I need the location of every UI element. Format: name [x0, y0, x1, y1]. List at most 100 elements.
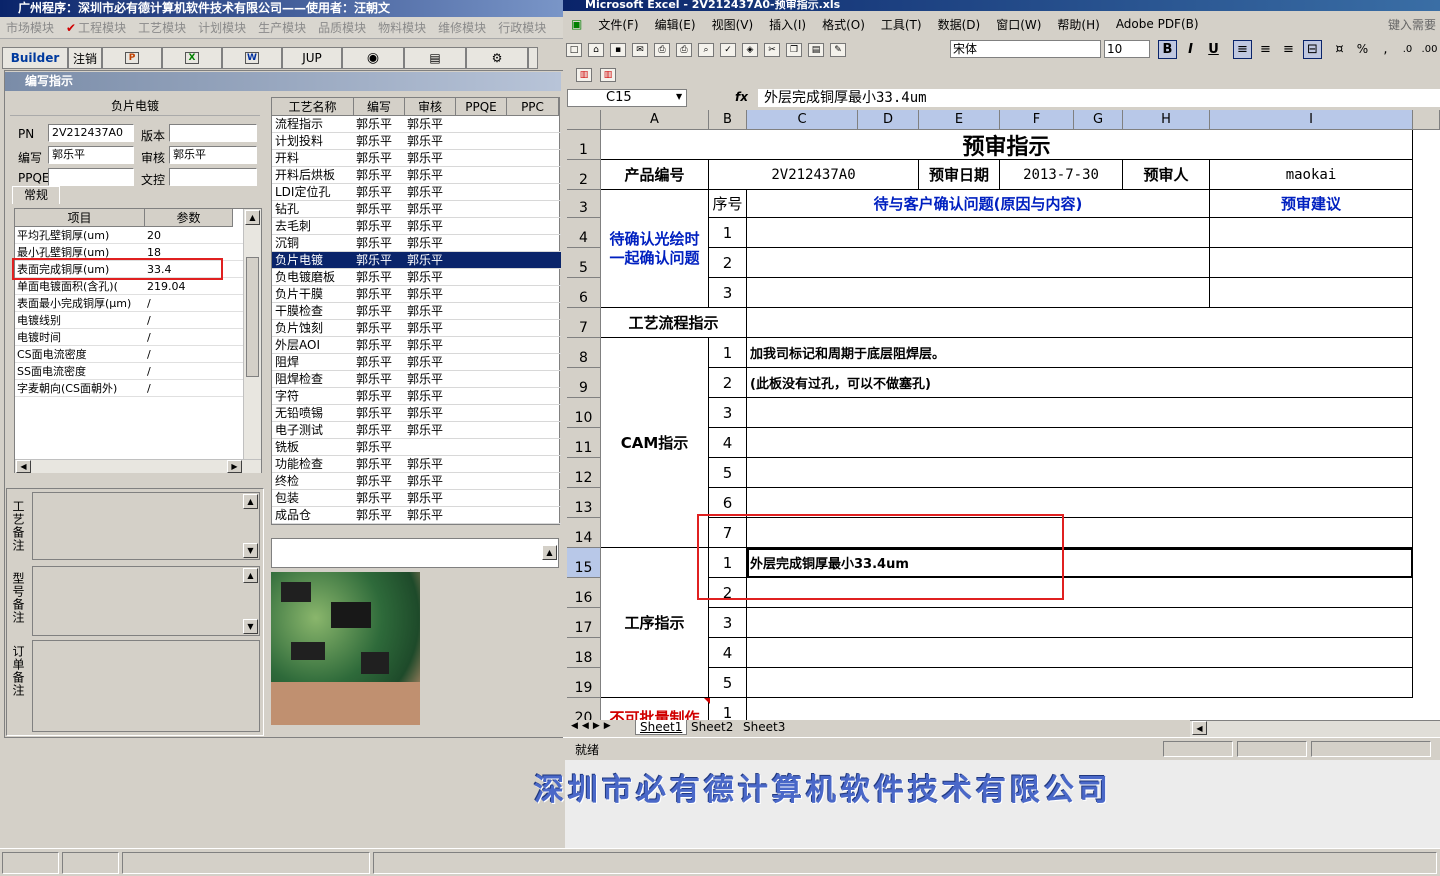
- param-header-value[interactable]: 参数: [145, 209, 233, 227]
- row-header[interactable]: 13: [567, 488, 601, 518]
- process-row[interactable]: 包装 郭乐平 郭乐平: [272, 490, 561, 507]
- scroll-icon[interactable]: ▲: [542, 545, 557, 560]
- menu-data[interactable]: 数据(D): [930, 16, 989, 33]
- menu-admin[interactable]: 行政模块: [492, 19, 552, 36]
- scroll-up-icon[interactable]: ▲: [243, 568, 258, 583]
- more-button[interactable]: [528, 47, 538, 69]
- menu-process[interactable]: 工艺模块: [132, 19, 192, 36]
- new-icon[interactable]: □: [566, 43, 582, 57]
- proc-header-ppc[interactable]: PPC: [507, 98, 559, 116]
- pending-suggest-1[interactable]: [1210, 218, 1413, 248]
- merge-center-icon[interactable]: ⊟: [1303, 40, 1322, 59]
- param-value[interactable]: /: [147, 312, 232, 329]
- sheet-title[interactable]: 预审指示: [601, 130, 1413, 160]
- process-row[interactable]: 负片电镀 郭乐平 郭乐平: [272, 252, 561, 269]
- ppqe-field[interactable]: [48, 168, 134, 186]
- scroll-thumb[interactable]: [246, 257, 259, 377]
- word-button[interactable]: W: [222, 47, 282, 69]
- menu-insert[interactable]: 插入(I): [761, 16, 814, 33]
- cam-seq[interactable]: 4: [709, 428, 747, 458]
- pending-seq-2[interactable]: 2: [709, 248, 747, 278]
- tab-sheet2[interactable]: Sheet2: [687, 720, 737, 734]
- process-row[interactable]: 功能检查 郭乐平 郭乐平: [272, 456, 561, 473]
- row-header[interactable]: 16: [567, 578, 601, 608]
- seq-20[interactable]: 1: [709, 698, 747, 720]
- cut-icon[interactable]: ✂: [764, 43, 780, 57]
- row-header[interactable]: 1: [567, 130, 601, 160]
- reviewer-field[interactable]: 郭乐平: [169, 146, 257, 164]
- param-vscroll[interactable]: ▲: [243, 209, 261, 459]
- param-row[interactable]: 字麦朝向(CS面朝外) /: [15, 380, 243, 397]
- review-date-label[interactable]: 预审日期: [919, 160, 1000, 190]
- process-row[interactable]: 沉铜 郭乐平 郭乐平: [272, 235, 561, 252]
- row-header[interactable]: 10: [567, 398, 601, 428]
- cam-instruction[interactable]: [747, 428, 1413, 458]
- pdf-mail-icon[interactable]: ▥: [600, 68, 616, 82]
- cam-label[interactable]: CAM指示: [601, 338, 709, 548]
- tools-button[interactable]: ⚙: [466, 47, 528, 69]
- increase-decimal-icon[interactable]: .0: [1398, 40, 1417, 59]
- formula-bar[interactable]: 外层完成铜厚最小33.4um: [758, 89, 1440, 107]
- decrease-decimal-icon[interactable]: .00: [1420, 40, 1439, 59]
- menu-edit[interactable]: 编辑(E): [647, 16, 704, 33]
- col-header-h[interactable]: H: [1123, 110, 1210, 130]
- row-header[interactable]: 5: [567, 248, 601, 278]
- product-no[interactable]: 2V212437A0: [709, 160, 919, 190]
- process-row[interactable]: 干膜检查 郭乐平 郭乐平: [272, 303, 561, 320]
- logout-button[interactable]: 注销: [68, 47, 102, 69]
- proc-header-name[interactable]: 工艺名称: [272, 98, 354, 116]
- seq-label[interactable]: 序号: [709, 190, 747, 218]
- pending-suggest-3[interactable]: [1210, 278, 1413, 308]
- print-preview-icon[interactable]: ⎙: [654, 43, 670, 57]
- param-value[interactable]: /: [147, 295, 232, 312]
- scroll-up-icon[interactable]: ▲: [243, 494, 258, 509]
- pending-label[interactable]: 待确认光绘时一起确认问题: [601, 190, 709, 308]
- bold-button[interactable]: B: [1158, 40, 1177, 59]
- param-row[interactable]: 平均孔壁铜厚(um) 20: [15, 227, 243, 244]
- pending-issue-1[interactable]: [747, 218, 1210, 248]
- col-header-c[interactable]: C: [747, 110, 858, 130]
- process-row[interactable]: LDI定位孔 郭乐平 郭乐平: [272, 184, 561, 201]
- param-value[interactable]: 20: [147, 227, 232, 244]
- proc-instruction[interactable]: [747, 668, 1413, 698]
- row-header[interactable]: 9: [567, 368, 601, 398]
- menu-help[interactable]: 帮助(H): [1049, 16, 1107, 33]
- author-field[interactable]: 郭乐平: [48, 146, 134, 164]
- param-row[interactable]: 电镀时间 /: [15, 329, 243, 346]
- cam-instruction[interactable]: (此板没有过孔，可以不做塞孔): [747, 368, 1413, 398]
- process-row[interactable]: 负片干膜 郭乐平 郭乐平: [272, 286, 561, 303]
- param-row[interactable]: 表面最小完成铜厚(μm) /: [15, 295, 243, 312]
- menu-market[interactable]: 市场模块: [0, 19, 60, 36]
- process-row[interactable]: 开料 郭乐平 郭乐平: [272, 150, 561, 167]
- process-row[interactable]: 负片蚀刻 郭乐平 郭乐平: [272, 320, 561, 337]
- process-row[interactable]: 成品仓 郭乐平 郭乐平: [272, 507, 561, 524]
- col-header-b[interactable]: B: [709, 110, 747, 130]
- scroll-right-icon[interactable]: ▶: [227, 460, 242, 473]
- research-icon[interactable]: ◈: [742, 43, 758, 57]
- spelling-icon[interactable]: ✓: [720, 43, 736, 57]
- process-row[interactable]: 计划投料 郭乐平 郭乐平: [272, 133, 561, 150]
- copy-icon[interactable]: ❐: [786, 43, 802, 57]
- proc-instruction[interactable]: [747, 638, 1413, 668]
- menu-window[interactable]: 窗口(W): [988, 16, 1049, 33]
- process-row[interactable]: 开料后烘板 郭乐平 郭乐平: [272, 167, 561, 184]
- param-value[interactable]: /: [147, 380, 232, 397]
- open-icon[interactable]: ⌂: [588, 43, 604, 57]
- row-header[interactable]: 20: [567, 698, 601, 720]
- param-hscroll[interactable]: ◀ ▶: [15, 459, 261, 473]
- tab-sheet3[interactable]: Sheet3: [739, 720, 789, 734]
- row-header[interactable]: 11: [567, 428, 601, 458]
- version-field[interactable]: [169, 124, 257, 142]
- process-row[interactable]: 流程指示 郭乐平 郭乐平: [272, 116, 561, 133]
- menu-plan[interactable]: 计划模块: [192, 19, 252, 36]
- row-header[interactable]: 4: [567, 218, 601, 248]
- confirm-issue-header[interactable]: 待与客户确认问题(原因与内容): [747, 190, 1210, 218]
- row-header[interactable]: 17: [567, 608, 601, 638]
- sheet-hscroll[interactable]: ◀: [1190, 720, 1440, 737]
- process-row[interactable]: 终检 郭乐平 郭乐平: [272, 473, 561, 490]
- process-row[interactable]: 阻焊 郭乐平 郭乐平: [272, 354, 561, 371]
- param-value[interactable]: /: [147, 329, 232, 346]
- col-header-i[interactable]: I: [1210, 110, 1413, 130]
- proc-header-author[interactable]: 编写: [354, 98, 405, 116]
- row-header[interactable]: 19: [567, 668, 601, 698]
